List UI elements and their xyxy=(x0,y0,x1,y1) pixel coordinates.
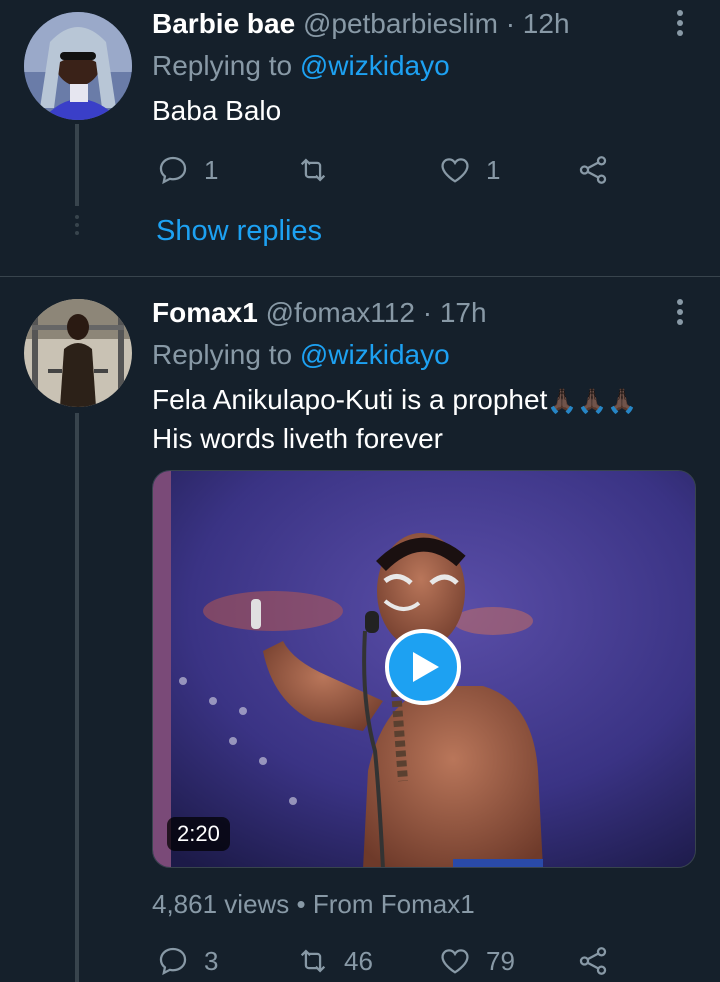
tweet-header: Barbie bae @petbarbieslim · 12h xyxy=(152,6,570,42)
reply-count: 1 xyxy=(204,154,219,185)
retweet-button[interactable] xyxy=(296,150,344,190)
like-count: 79 xyxy=(486,945,515,976)
mention-link[interactable]: @wizkidayo xyxy=(300,339,450,370)
share-button[interactable] xyxy=(576,150,610,190)
replying-prefix: Replying to xyxy=(152,50,293,81)
separator: · xyxy=(422,297,433,328)
more-options-icon[interactable] xyxy=(668,295,692,331)
views-separator: • xyxy=(296,889,306,919)
reply-icon xyxy=(159,947,187,976)
thread-line xyxy=(75,124,79,206)
display-name[interactable]: Fomax1 xyxy=(152,297,258,328)
timestamp[interactable]: 17h xyxy=(440,297,487,328)
user-handle[interactable]: @fomax112 xyxy=(266,297,415,328)
retweet-button[interactable]: 46 xyxy=(296,941,373,981)
tweet-text-line-1: Fela Anikulapo-Kuti is a prophet🙏🏿🙏🏿🙏🏿 xyxy=(152,381,637,421)
heart-icon xyxy=(441,158,469,183)
play-icon xyxy=(413,652,439,682)
timestamp[interactable]: 12h xyxy=(523,8,570,39)
video-player[interactable]: 2:20 xyxy=(152,470,696,868)
mention-link[interactable]: @wizkidayo xyxy=(300,50,450,81)
share-icon xyxy=(579,947,607,975)
retweet-icon xyxy=(300,949,326,973)
video-duration: 2:20 xyxy=(167,817,230,851)
folded-hands-emoji: 🙏🏿🙏🏿🙏🏿 xyxy=(547,388,638,415)
tweet-actions: 3 46 79 xyxy=(152,941,622,981)
replying-to: Replying to @wizkidayo xyxy=(152,337,450,373)
retweet-icon xyxy=(300,158,326,182)
retweet-count: 46 xyxy=(344,945,373,976)
avatar[interactable] xyxy=(24,12,132,120)
separator: · xyxy=(505,8,516,39)
heart-icon xyxy=(441,949,469,974)
display-name[interactable]: Barbie bae xyxy=(152,8,295,39)
tweet-barbie-bae[interactable]: Barbie bae @petbarbieslim · 12h Replying… xyxy=(0,0,720,276)
tweet-text: Fela Anikulapo-Kuti is a prophet xyxy=(152,384,548,415)
thread-line xyxy=(75,413,79,982)
view-stats: 4,861 views • From Fomax1 xyxy=(152,887,475,921)
more-options-icon[interactable] xyxy=(668,6,692,42)
tweet-text-line-2: His words liveth forever xyxy=(152,423,443,454)
user-handle[interactable]: @petbarbieslim xyxy=(303,8,498,39)
tweet-fomax1[interactable]: Fomax1 @fomax112 · 17h Replying to @wizk… xyxy=(0,277,720,982)
play-button[interactable] xyxy=(385,629,461,705)
tweet-header: Fomax1 @fomax112 · 17h xyxy=(152,295,487,331)
like-count: 1 xyxy=(486,154,501,185)
show-replies-link[interactable]: Show replies xyxy=(156,212,322,250)
avatar[interactable] xyxy=(24,299,132,407)
reply-button[interactable]: 3 xyxy=(156,941,218,981)
like-button[interactable]: 1 xyxy=(438,150,500,190)
share-icon xyxy=(579,156,607,184)
tweet-actions: 1 1 xyxy=(152,150,622,190)
replying-to: Replying to @wizkidayo xyxy=(152,48,450,84)
video-source[interactable]: From Fomax1 xyxy=(313,889,475,919)
reply-button[interactable]: 1 xyxy=(156,150,218,190)
share-button[interactable] xyxy=(576,941,610,981)
reply-count: 3 xyxy=(204,945,219,976)
replying-prefix: Replying to xyxy=(152,339,293,370)
reply-icon xyxy=(159,156,187,185)
tweet-text: Baba Balo xyxy=(152,95,282,126)
like-button[interactable]: 79 xyxy=(438,941,515,981)
view-count: 4,861 views xyxy=(152,889,290,919)
thread-gap-dots xyxy=(75,215,79,239)
